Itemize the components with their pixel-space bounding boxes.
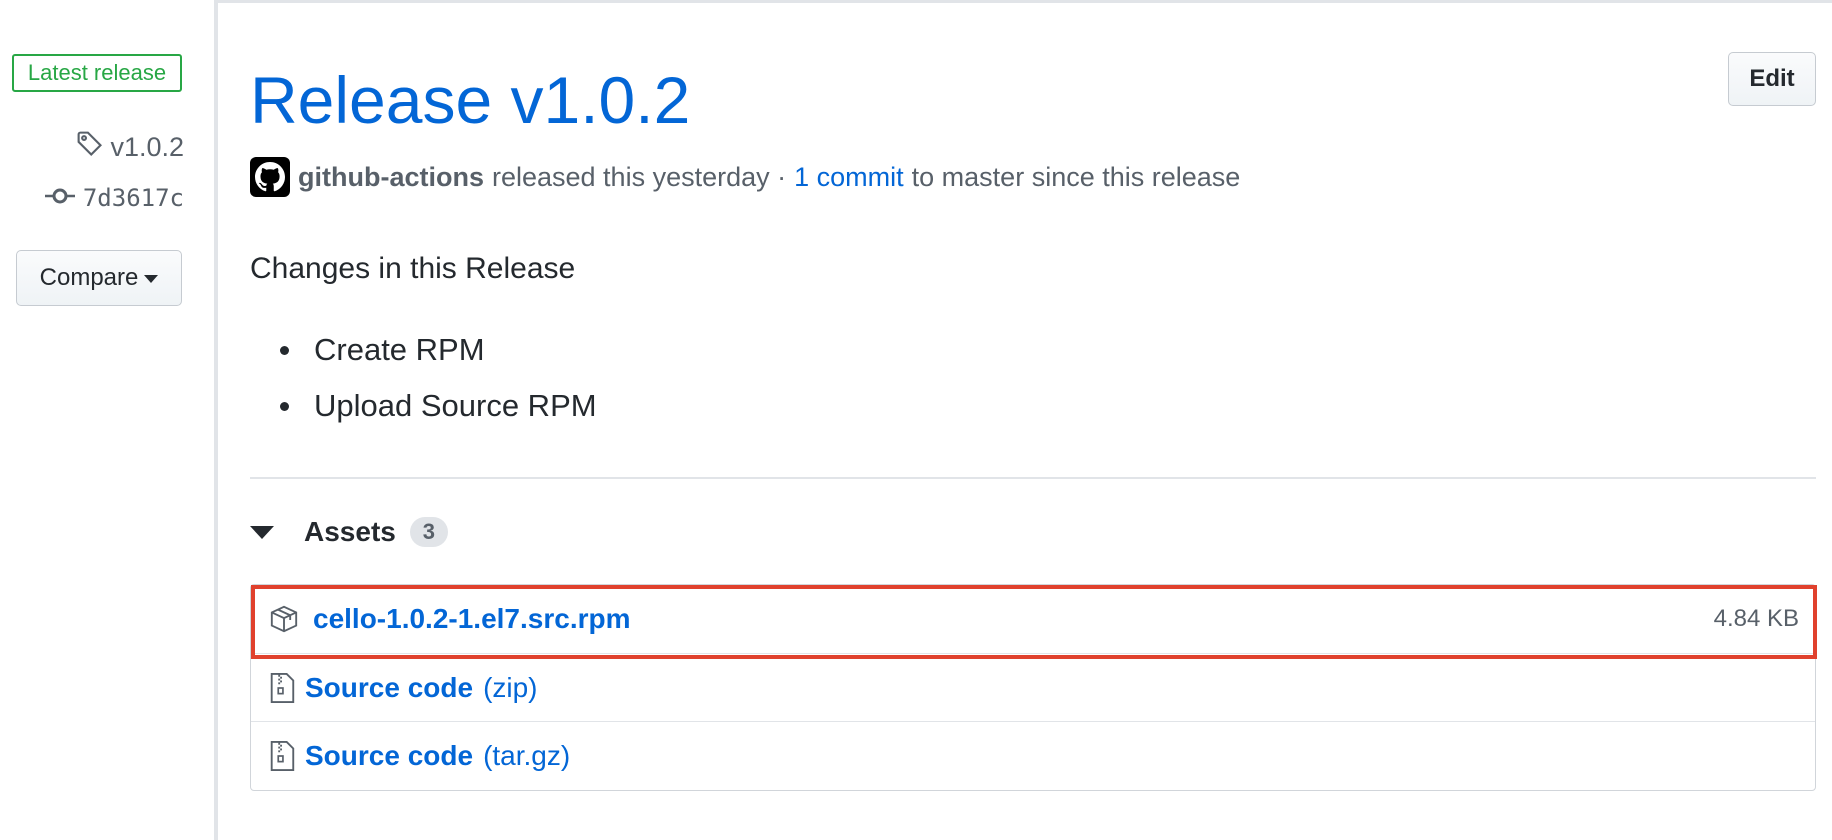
tag-link[interactable]: v1.0.2 <box>0 130 184 165</box>
release-notes-heading: Changes in this Release <box>250 252 576 285</box>
commits-since-link[interactable]: 1 commit <box>794 162 904 193</box>
triangle-down-icon <box>250 525 274 539</box>
release-sidebar: Latest release v1.0.2 7d3617c Compare <box>0 0 214 840</box>
release-meta: github-actions released this yesterday ·… <box>250 156 1240 198</box>
file-zip-icon <box>269 673 295 703</box>
asset-row[interactable]: Source code (tar.gz) <box>251 721 1815 790</box>
release-notes-list: Create RPM Upload Source RPM <box>250 322 597 434</box>
compare-label: Compare <box>39 264 139 291</box>
release-author[interactable]: github-actions <box>298 162 484 193</box>
chevron-down-icon <box>144 275 159 283</box>
commit-sha: 7d3617c <box>82 184 184 212</box>
released-text: released this yesterday · <box>491 161 787 192</box>
asset-format[interactable]: (zip) <box>483 672 537 704</box>
list-item: Create RPM <box>250 322 597 378</box>
file-zip-icon <box>269 741 295 771</box>
asset-format[interactable]: (tar.gz) <box>483 740 570 772</box>
compare-button[interactable]: Compare <box>16 250 182 306</box>
assets-list: cello-1.0.2-1.el7.src.rpm 4.84 KB Source… <box>250 584 1817 791</box>
latest-release-badge: Latest release <box>12 54 182 92</box>
sidebar-divider <box>214 0 218 840</box>
release-main: Edit Release v1.0.2 github-actions relea… <box>250 0 1817 840</box>
since-text: to master since this release <box>911 161 1241 192</box>
assets-count-badge: 3 <box>409 517 448 547</box>
edit-button[interactable]: Edit <box>1728 52 1816 106</box>
list-item: Upload Source RPM <box>250 378 597 434</box>
assets-toggle[interactable]: Assets 3 <box>250 516 448 548</box>
release-title[interactable]: Release v1.0.2 <box>250 58 690 142</box>
asset-link[interactable]: Source code <box>305 740 473 772</box>
tag-icon <box>76 130 104 165</box>
git-commit-icon <box>44 184 75 212</box>
divider <box>250 477 1816 479</box>
asset-row[interactable]: Source code (zip) <box>251 653 1815 722</box>
github-avatar-icon[interactable] <box>250 157 290 197</box>
tag-label: v1.0.2 <box>110 132 184 162</box>
assets-label: Assets <box>304 516 396 547</box>
commit-link[interactable]: 7d3617c <box>0 184 184 212</box>
asset-highlight-box <box>251 585 1817 659</box>
asset-link[interactable]: Source code <box>305 672 473 704</box>
